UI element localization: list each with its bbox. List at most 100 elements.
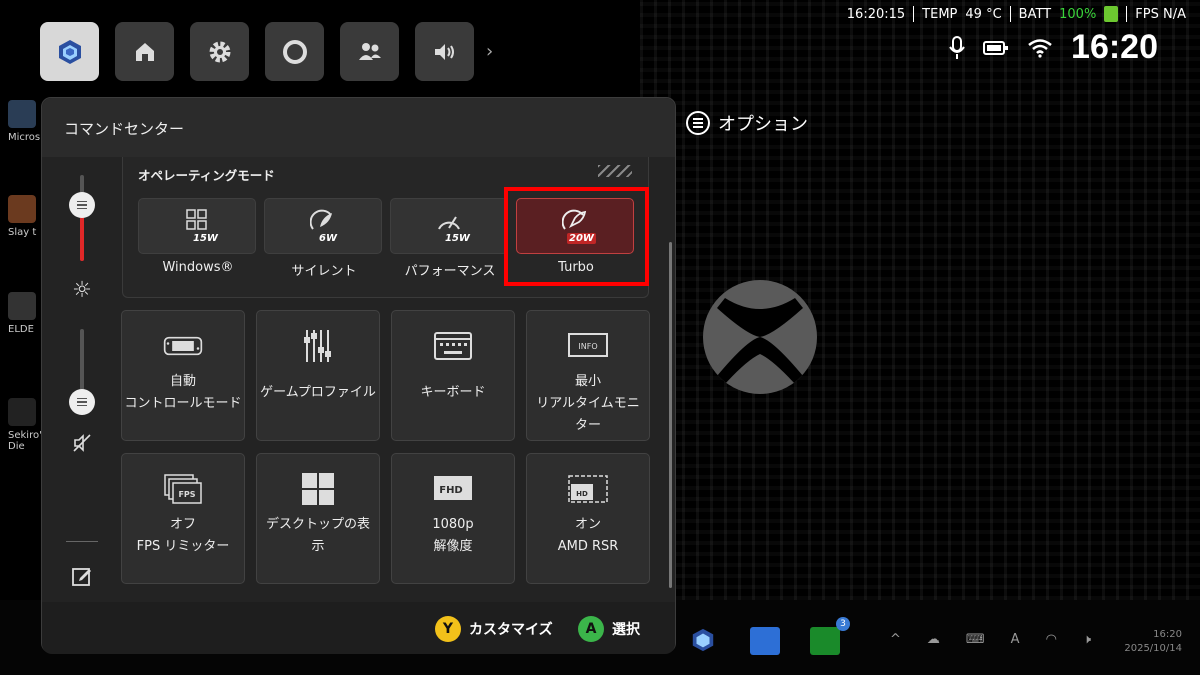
mute-icon[interactable]: 🕨 (1083, 632, 1091, 647)
select-label: 選択 (612, 622, 640, 638)
chevron-right-icon[interactable]: › (486, 41, 493, 62)
options-button[interactable]: オプション (686, 110, 808, 136)
a-button-icon: A (578, 616, 604, 642)
people-icon (358, 42, 381, 60)
separator (1009, 6, 1011, 22)
watt-tag: 6W (319, 233, 337, 244)
brightness-sun-icon: ☼ (72, 278, 92, 303)
keyboard-tile[interactable]: キーボード (391, 310, 515, 441)
fps-label: FPS N/A (1135, 6, 1186, 22)
realtime-monitor-tile[interactable]: INFO 最小リアルタイムモニ ター (526, 310, 650, 441)
taskbar-time: 16:20 (1153, 629, 1182, 640)
resolution-tile[interactable]: FHD 1080p 解像度 (391, 453, 515, 584)
system-tray: ^ ☁ ⌨ A ◠ 🕨 (890, 632, 1091, 647)
chevron-up-icon[interactable]: ^ (890, 632, 901, 647)
windows-grid-icon (186, 209, 207, 230)
armoury-crate-icon (58, 39, 81, 64)
top-toolbar: › (40, 22, 493, 81)
volume-button[interactable] (415, 22, 474, 81)
control-mode-tile[interactable]: 自動 コントロールモード (121, 310, 245, 441)
armoury-crate-icon (692, 628, 714, 652)
desktop-icon-label: Micros (8, 132, 41, 143)
tile-line: キーボード (420, 385, 486, 400)
amd-rsr-tile[interactable]: HD オン AMD RSR (526, 453, 650, 584)
separator (1126, 6, 1128, 22)
friends-button[interactable] (340, 22, 399, 81)
wifi-icon[interactable] (1027, 38, 1053, 58)
watt-tag: 15W (193, 233, 218, 244)
charging-battery-icon (1104, 6, 1119, 22)
mode-windows[interactable]: 15W Windows® (138, 198, 258, 275)
panel-scrollbar[interactable] (669, 242, 672, 588)
handheld-controller-icon (163, 336, 203, 356)
desktop-icon-label: Sekiro" Die (8, 430, 44, 452)
rail-divider (66, 541, 98, 542)
mode-label: パフォーマンス (404, 264, 496, 279)
armoury-crate-taskbar-icon[interactable] (690, 627, 720, 655)
tile-line: オフ (169, 517, 196, 532)
performance-overlay: 16:20:15 TEMP 49 °C BATT 100% FPS N/A (847, 6, 1186, 22)
fps-limiter-tile[interactable]: FPS オフ FPS リミッター (121, 453, 245, 584)
armoury-crate-button[interactable] (40, 22, 99, 81)
gear-icon (209, 41, 230, 62)
svg-text:FHD: FHD (439, 485, 463, 496)
speaker-icon (434, 43, 454, 60)
volume-slider-handle[interactable] (69, 389, 95, 415)
fhd-resolution-icon: FHD (434, 476, 472, 500)
cloud-icon[interactable]: ☁ (927, 632, 940, 647)
tile-line: オン (574, 517, 601, 532)
notification-badge: 3 (836, 617, 850, 631)
customize-hint[interactable]: Y カスタマイズ (435, 616, 553, 642)
home-icon (135, 42, 154, 61)
options-label: オプション (718, 114, 808, 135)
edge-browser-button[interactable] (265, 22, 324, 81)
home-button[interactable] (115, 22, 174, 81)
tile-line: 解像度 (433, 539, 473, 554)
microphone-icon[interactable] (949, 35, 965, 60)
tile-line: 示 (311, 539, 325, 554)
temp-value: 49 °C (965, 6, 1002, 22)
mode-label: サイレント (291, 264, 357, 279)
batt-label: BATT (1018, 6, 1052, 22)
mute-speaker-icon[interactable] (68, 432, 96, 460)
mode-silent[interactable]: 6W サイレント (264, 198, 384, 279)
watt-tag: 15W (445, 233, 470, 244)
hd-rsr-icon: HD (568, 475, 608, 503)
xbox-app-taskbar-icon[interactable] (810, 627, 840, 655)
info-monitor-icon: INFO (568, 333, 608, 357)
tile-line: ター (574, 418, 601, 433)
show-desktop-tile[interactable]: デスクトップの表示 (256, 453, 380, 584)
svg-text:HD: HD (576, 490, 588, 498)
y-button-icon: Y (435, 616, 461, 642)
keyboard-icon[interactable]: ⌨ (966, 632, 985, 647)
game-profile-tile[interactable]: ゲームプロファイル (256, 310, 380, 441)
svg-text:FPS: FPS (178, 490, 195, 499)
gauge-icon (438, 216, 460, 230)
temp-label: TEMP (922, 6, 958, 22)
quick-slider-rail: ☼ (42, 157, 120, 635)
wifi-icon[interactable]: ◠ (1046, 632, 1057, 647)
desktop-icon-label: ELDE (8, 324, 34, 335)
command-center-panel: コマンドセンター ☼ オペレーティングモード 15W Windows® 6W サ… (41, 97, 676, 654)
customize-label: カスタマイズ (469, 622, 553, 638)
tile-line: ゲームプロファイル (260, 385, 376, 400)
tile-line: 1080p (432, 517, 474, 532)
mode-label: Windows® (162, 260, 234, 275)
separator (913, 6, 915, 22)
input-method-icon[interactable]: A (1011, 632, 1020, 647)
tile-line: 最小 (574, 374, 601, 389)
desktop-windows-icon (302, 473, 334, 505)
tile-line: デスクトップの表 (265, 517, 370, 532)
edit-icon[interactable] (68, 565, 96, 593)
mode-performance[interactable]: 15W パフォーマンス (390, 198, 510, 279)
panel-footer: Y カスタマイズ A 選択 (42, 602, 675, 654)
asus-app-taskbar-icon[interactable] (750, 627, 780, 655)
xbox-x-icon (717, 298, 803, 384)
taskbar-clock[interactable]: 16:20 2025/10/14 (1124, 628, 1182, 656)
settings-button[interactable] (190, 22, 249, 81)
select-hint[interactable]: A 選択 (578, 616, 640, 642)
tile-line: リアルタイムモニ (536, 396, 640, 411)
tile-line: コントロールモード (124, 396, 242, 411)
brightness-slider-handle[interactable] (69, 192, 95, 218)
battery-icon[interactable] (983, 40, 1009, 56)
